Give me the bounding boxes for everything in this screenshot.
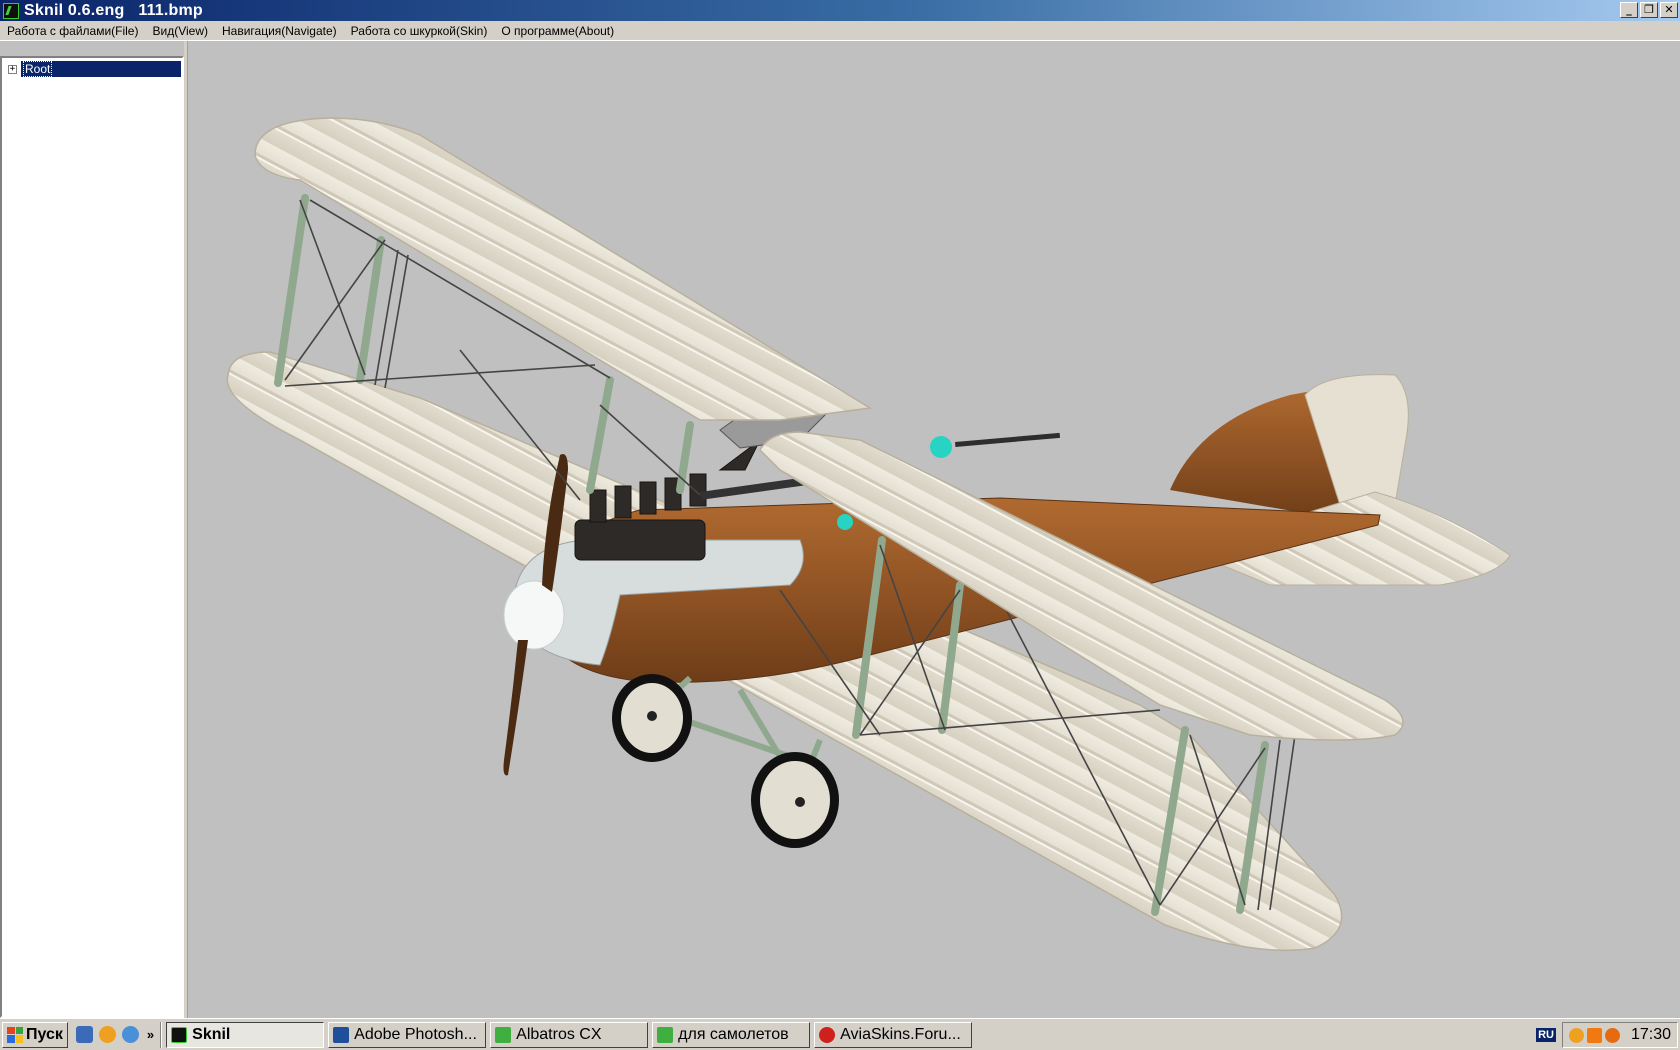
gunner xyxy=(930,436,952,458)
task-albatros[interactable]: Albatros CX xyxy=(490,1021,649,1048)
window-controls: _ ❐ ✕ xyxy=(1620,2,1678,18)
menu-view[interactable]: Вид(View) xyxy=(145,24,215,38)
task-label: для самолетов xyxy=(678,1025,789,1043)
clock[interactable]: 17:30 xyxy=(1631,1026,1671,1044)
quick-launch-more-icon[interactable]: » xyxy=(147,1027,154,1042)
sknil-icon xyxy=(171,1026,188,1043)
minimize-button[interactable]: _ xyxy=(1620,2,1638,18)
pilot xyxy=(837,514,853,530)
biplane-model xyxy=(226,117,1511,952)
task-aircraft-folder[interactable]: для самолетов xyxy=(652,1021,811,1048)
taskbar: Пуск » Sknil Adobe Photosh... Albatros C… xyxy=(0,1018,1680,1050)
media-player-icon[interactable] xyxy=(98,1026,116,1043)
task-label: Albatros CX xyxy=(516,1025,602,1043)
notification-area: 17:30 xyxy=(1561,1022,1678,1048)
task-aviaskins[interactable]: AviaSkins.Foru... xyxy=(814,1021,973,1048)
quick-launch: » xyxy=(75,1026,154,1043)
application-window: Sknil 0.6.eng 111.bmp _ ❐ ✕ Работа с фай… xyxy=(0,0,1680,1050)
window-title: Sknil 0.6.eng 111.bmp xyxy=(24,1,203,19)
task-sknil[interactable]: Sknil xyxy=(166,1021,325,1048)
start-button[interactable]: Пуск xyxy=(2,1021,68,1048)
tree-node-label[interactable]: Root xyxy=(21,61,181,77)
tray-network-icon[interactable] xyxy=(1604,1027,1620,1043)
sknil-app-icon[interactable] xyxy=(3,2,19,19)
task-label: AviaSkins.Foru... xyxy=(840,1025,961,1043)
internet-explorer-icon[interactable] xyxy=(121,1026,139,1043)
restore-button[interactable]: ❐ xyxy=(1640,2,1658,18)
tray-player-icon[interactable] xyxy=(1586,1027,1602,1043)
menu-file[interactable]: Работа с файлами(File) xyxy=(0,24,145,38)
menu-navigate[interactable]: Навигация(Navigate) xyxy=(215,24,344,38)
expand-icon[interactable]: + xyxy=(8,64,17,74)
task-label: Sknil xyxy=(192,1025,231,1043)
photoshop-icon xyxy=(333,1026,350,1043)
menu-about[interactable]: О программе(About) xyxy=(494,24,621,38)
rear-machine-gun xyxy=(954,432,1061,447)
propeller-blade-bottom xyxy=(503,640,528,776)
menu-bar: Работа с файлами(File) Вид(View) Навигац… xyxy=(0,21,1680,41)
tree-panel[interactable]: + Root xyxy=(0,56,184,1018)
show-desktop-icon[interactable] xyxy=(75,1026,93,1043)
task-label: Adobe Photosh... xyxy=(354,1025,477,1043)
menu-skin[interactable]: Работа со шкуркой(Skin) xyxy=(344,24,495,38)
task-photoshop[interactable]: Adobe Photosh... xyxy=(328,1021,487,1048)
opera-icon xyxy=(819,1026,836,1043)
tray-app-icon[interactable] xyxy=(1568,1027,1584,1043)
front-machine-gun xyxy=(700,476,811,500)
spinner xyxy=(503,580,565,650)
wheel-left xyxy=(612,674,692,762)
start-label: Пуск xyxy=(26,1025,63,1043)
folder-icon xyxy=(495,1026,512,1043)
folder-icon xyxy=(657,1026,674,1043)
root-label: Root xyxy=(23,61,53,77)
system-tray: RU 17:30 xyxy=(1536,1022,1678,1048)
3d-viewport[interactable] xyxy=(188,41,1680,1018)
taskbar-separator xyxy=(160,1021,163,1048)
wheel-right xyxy=(751,752,839,848)
language-indicator[interactable]: RU xyxy=(1536,1028,1556,1042)
windows-logo-icon xyxy=(7,1026,23,1043)
title-bar[interactable]: Sknil 0.6.eng 111.bmp _ ❐ ✕ xyxy=(0,0,1680,21)
close-button[interactable]: ✕ xyxy=(1660,2,1678,18)
tree-node-root[interactable]: + Root xyxy=(5,61,181,77)
upper-wing xyxy=(254,117,873,421)
